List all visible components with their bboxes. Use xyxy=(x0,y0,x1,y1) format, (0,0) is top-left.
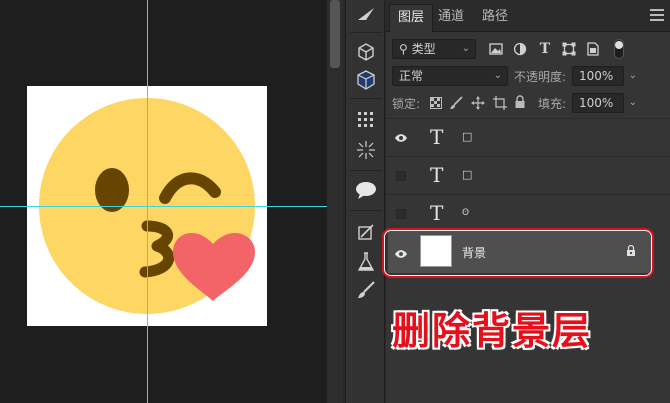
lock-artboard-icon[interactable] xyxy=(492,95,508,111)
layer-name[interactable]: 背景 xyxy=(462,244,486,261)
text-layer-glyph: T xyxy=(430,163,444,187)
chevron-down-icon[interactable]: ⌄ xyxy=(629,67,637,85)
speech-bubble-icon[interactable] xyxy=(354,178,378,202)
filter-image-icon[interactable] xyxy=(488,41,504,57)
layer-thumbnail[interactable] xyxy=(420,235,452,267)
tab-layers[interactable]: 图层 xyxy=(389,4,434,32)
visibility-toggle-off[interactable] xyxy=(396,209,406,219)
filter-adjustment-icon[interactable] xyxy=(512,41,528,57)
lock-icon[interactable] xyxy=(626,244,636,256)
chevron-down-icon[interactable]: ⌄ xyxy=(629,94,637,112)
lock-image-pixels-icon[interactable] xyxy=(448,95,464,111)
fill-label: 填充: xyxy=(538,97,567,111)
filter-smart-object-icon[interactable] xyxy=(585,41,601,57)
collapse-arrows-icon[interactable] xyxy=(354,2,378,26)
tab-paths[interactable]: 路径 xyxy=(474,4,516,32)
opacity-input[interactable]: 100% ⌄ xyxy=(572,66,637,86)
visibility-toggle-off[interactable] xyxy=(396,171,406,181)
filter-label: ⚲ 类型 xyxy=(399,42,436,56)
separator xyxy=(350,210,382,211)
vertical-guide[interactable] xyxy=(147,0,148,403)
eye-icon[interactable] xyxy=(392,129,410,147)
separator xyxy=(350,170,382,171)
properties-adjust-icon[interactable] xyxy=(354,220,378,244)
lock-all-icon[interactable] xyxy=(512,94,528,110)
3d-object-icon[interactable] xyxy=(354,68,378,92)
opacity-label: 不透明度: xyxy=(514,70,567,84)
lock-label: 锁定: xyxy=(392,97,421,111)
text-layer-glyph: T xyxy=(430,201,444,225)
layer-filter-select[interactable]: ⚲ 类型 ⌄ xyxy=(392,39,476,59)
brush-icon[interactable] xyxy=(354,278,378,302)
panel-tool-column xyxy=(345,0,385,403)
chevron-down-icon: ⌄ xyxy=(461,43,470,54)
eye-icon[interactable] xyxy=(392,245,410,263)
separator xyxy=(350,32,382,33)
filter-shape-icon[interactable] xyxy=(561,41,577,57)
layer-name[interactable]: □ xyxy=(462,130,472,143)
text-layer-glyph: T xyxy=(430,125,444,149)
layer-row-text-2[interactable]: T □ xyxy=(386,156,670,194)
layer-name[interactable]: □ xyxy=(462,168,472,181)
blend-mode-value: 正常 xyxy=(399,69,424,83)
blend-mode-select[interactable]: 正常 ⌄ xyxy=(392,66,508,86)
opacity-value: 100% xyxy=(579,69,614,83)
lock-position-icon[interactable] xyxy=(470,95,486,111)
lock-transparent-pixels-icon[interactable] xyxy=(428,95,444,111)
layer-row-text-1[interactable]: T □ xyxy=(386,118,670,156)
grid-pattern-icon[interactable] xyxy=(354,108,378,132)
separator xyxy=(350,98,382,99)
brush-burst-icon[interactable] xyxy=(354,138,378,162)
horizontal-guide[interactable] xyxy=(0,206,327,207)
canvas-area[interactable] xyxy=(0,0,327,403)
layer-row-background[interactable]: 背景 xyxy=(382,228,670,278)
instruction-callout: 删除背景层 xyxy=(392,309,593,353)
scrollbar-thumb[interactable] xyxy=(330,0,340,68)
panel-menu-icon[interactable] xyxy=(650,9,664,21)
panel-tabs: 图层 通道 路径 xyxy=(386,0,670,32)
filter-text-icon[interactable]: T xyxy=(537,41,553,57)
fill-value: 100% xyxy=(579,96,614,110)
flask-icon[interactable] xyxy=(354,250,378,274)
layer-name[interactable]: ʘ xyxy=(462,208,469,218)
tab-channels[interactable]: 通道 xyxy=(430,4,472,32)
fill-input[interactable]: 100% ⌄ xyxy=(572,93,637,113)
chevron-down-icon: ⌄ xyxy=(493,70,502,81)
filter-toggle-switch[interactable] xyxy=(614,39,624,59)
3d-cube-icon[interactable] xyxy=(354,40,378,64)
layer-row-text-3[interactable]: T ʘ xyxy=(386,194,670,232)
